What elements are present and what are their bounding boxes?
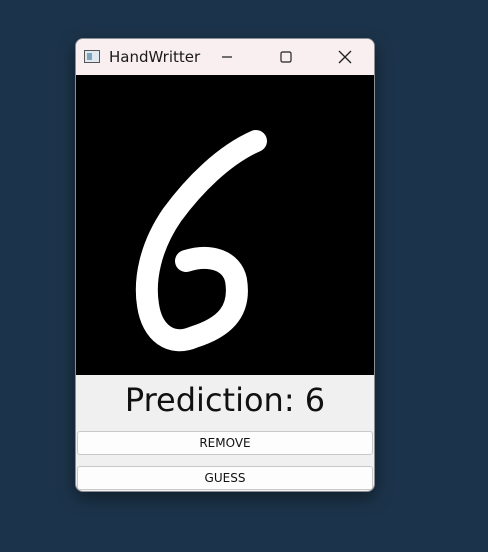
minimize-button[interactable] [204, 39, 250, 75]
title-bar[interactable]: HandWritter [76, 39, 374, 75]
app-window: HandWritter Prediction: 6 REMOVE GUESS [75, 38, 375, 492]
close-button[interactable] [322, 39, 368, 75]
maximize-icon [280, 51, 292, 63]
app-icon [84, 50, 100, 63]
handwritten-stroke [135, 130, 267, 352]
remove-button[interactable]: REMOVE [77, 431, 373, 455]
maximize-button[interactable] [263, 39, 309, 75]
window-title: HandWritter [109, 48, 201, 66]
close-icon [338, 50, 352, 64]
minimize-icon [222, 56, 232, 58]
guess-button[interactable]: GUESS [77, 466, 373, 490]
drawing-canvas[interactable] [76, 75, 374, 375]
prediction-label: Prediction: 6 [124, 381, 326, 419]
